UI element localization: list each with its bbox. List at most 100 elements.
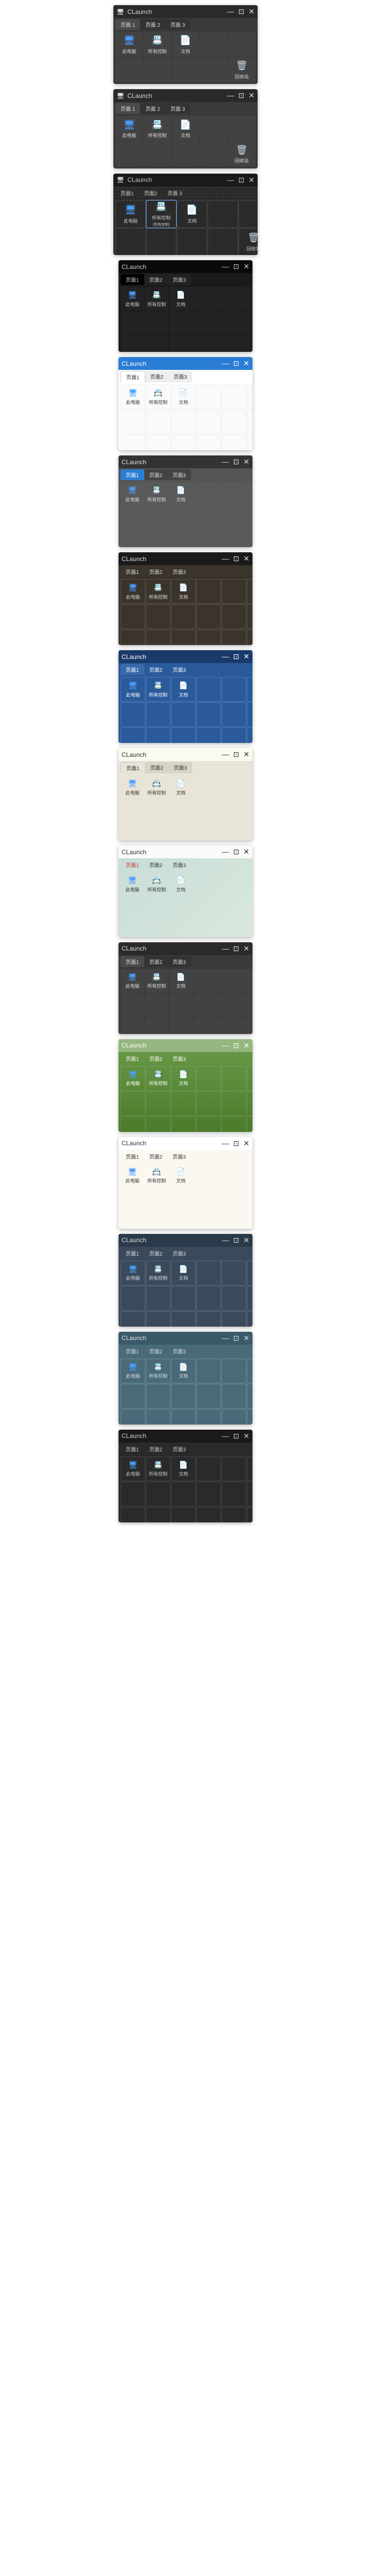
tab-2[interactable]: 页面2 <box>144 566 168 577</box>
grid-cell[interactable]: 📄文档 <box>169 969 193 993</box>
grid-cell[interactable] <box>172 57 199 82</box>
pin-button[interactable]: ⊡ <box>233 750 240 759</box>
close-button[interactable]: ✕ <box>243 1334 249 1343</box>
grid-cell[interactable] <box>196 1091 221 1116</box>
grid-cell[interactable]: 📄文档 <box>172 116 199 141</box>
grid-cell[interactable] <box>171 630 196 645</box>
titlebar[interactable]: CLaunch—⊡✕ <box>119 1234 252 1247</box>
tab-3[interactable]: 页面3 <box>167 956 191 967</box>
tab-1[interactable]: 页面 1 <box>115 103 140 114</box>
grid-cell[interactable] <box>200 116 228 141</box>
grid-cell[interactable] <box>171 1507 196 1522</box>
grid-cell[interactable]: 📇所有控制 <box>145 482 168 506</box>
grid-cell[interactable] <box>196 410 221 434</box>
grid-cell[interactable] <box>169 824 193 840</box>
grid-cell[interactable]: 🖥此电脑 <box>121 482 144 506</box>
grid-cell[interactable] <box>145 824 168 840</box>
close-button[interactable]: ✕ <box>243 262 249 271</box>
grid-cell[interactable] <box>121 1507 145 1522</box>
grid-cell[interactable]: 🗑回收站 <box>239 228 258 255</box>
pin-button[interactable]: ⊡ <box>239 91 245 100</box>
grid-cell[interactable] <box>217 1164 241 1188</box>
grid-cell[interactable] <box>217 482 241 506</box>
grid-cell[interactable] <box>247 604 252 629</box>
grid-cell[interactable] <box>242 311 252 335</box>
grid-cell[interactable] <box>228 32 256 57</box>
pin-button[interactable]: ⊡ <box>233 652 240 661</box>
titlebar[interactable]: CLaunch—⊡✕ <box>119 1137 252 1150</box>
grid-cell[interactable] <box>121 1116 145 1132</box>
grid-cell[interactable] <box>217 775 241 799</box>
grid-cell[interactable]: 🖥此电脑 <box>121 384 145 409</box>
pin-button[interactable]: ⊡ <box>233 262 240 271</box>
tab-1[interactable]: 页面1 <box>121 664 144 675</box>
tab-2[interactable]: 页面2 <box>144 1444 168 1454</box>
grid-cell[interactable] <box>196 1286 221 1311</box>
grid-cell[interactable] <box>242 531 252 547</box>
grid-cell[interactable] <box>222 1066 246 1091</box>
titlebar[interactable]: CLaunch—⊡✕ <box>119 845 252 858</box>
tab-3[interactable]: 页面 3 <box>162 188 187 198</box>
close-button[interactable]: ✕ <box>243 359 249 368</box>
grid-cell[interactable] <box>121 921 144 937</box>
grid-cell[interactable] <box>222 435 246 450</box>
tab-2[interactable]: 页面2 <box>144 469 168 480</box>
grid-cell[interactable] <box>193 824 217 840</box>
tab-1[interactable]: 页面1 <box>121 956 144 967</box>
close-button[interactable]: ✕ <box>243 1432 249 1440</box>
grid-cell[interactable]: 🖥此电脑 <box>121 287 144 311</box>
grid-cell[interactable]: 🖥此电脑 <box>115 116 143 141</box>
grid-cell[interactable] <box>217 921 241 937</box>
grid-cell[interactable]: 📄文档 <box>169 1164 193 1188</box>
grid-cell[interactable] <box>172 142 199 166</box>
grid-cell[interactable]: 🗑回收站 <box>228 57 256 82</box>
grid-cell[interactable] <box>171 1091 196 1116</box>
pin-button[interactable]: ⊡ <box>233 554 240 563</box>
grid-cell[interactable]: 📇所有控制(所有控制) <box>146 200 177 228</box>
close-button[interactable]: ✕ <box>243 457 249 466</box>
grid-cell[interactable] <box>169 921 193 937</box>
grid-cell[interactable] <box>247 410 252 434</box>
grid-cell[interactable] <box>247 1507 252 1522</box>
tab-3[interactable]: 页面3 <box>167 1444 191 1454</box>
grid-cell[interactable]: 📄文档 <box>172 32 199 57</box>
pin-button[interactable]: ⊡ <box>239 176 245 184</box>
grid-cell[interactable] <box>222 410 246 434</box>
min-button[interactable]: — <box>222 750 229 759</box>
grid-cell[interactable] <box>222 384 246 409</box>
grid-cell[interactable] <box>242 506 252 530</box>
close-button[interactable]: ✕ <box>243 944 249 953</box>
grid-cell[interactable] <box>193 969 217 993</box>
grid-cell[interactable] <box>222 579 246 604</box>
titlebar[interactable]: CLaunch—⊡✕ <box>119 260 252 273</box>
grid-cell[interactable] <box>242 921 252 937</box>
grid-cell[interactable]: 📄文档 <box>169 287 193 311</box>
grid-cell[interactable] <box>121 800 144 823</box>
grid-cell[interactable] <box>242 896 252 920</box>
grid-cell[interactable]: 📄文档 <box>169 872 193 896</box>
grid-cell[interactable] <box>222 1359 246 1383</box>
grid-cell[interactable] <box>121 335 144 352</box>
grid-cell[interactable] <box>193 335 217 352</box>
grid-cell[interactable] <box>145 800 168 823</box>
pin-button[interactable]: ⊡ <box>233 944 240 953</box>
grid-cell[interactable] <box>169 993 193 1017</box>
grid-cell[interactable] <box>217 969 241 993</box>
grid-cell[interactable] <box>169 800 193 823</box>
titlebar[interactable]: CLaunch—⊡✕ <box>119 650 252 663</box>
tab-1[interactable]: 页面1 <box>121 1346 144 1357</box>
grid-cell[interactable] <box>217 824 241 840</box>
tab-2[interactable]: 页面2 <box>144 664 168 675</box>
tab-1[interactable]: 页面1 <box>121 371 145 382</box>
grid-cell[interactable] <box>196 702 221 727</box>
close-button[interactable]: ✕ <box>243 848 249 856</box>
grid-cell[interactable] <box>217 896 241 920</box>
grid-cell[interactable]: 🖥此电脑 <box>121 1456 145 1481</box>
grid-cell[interactable]: 📄文档 <box>171 579 196 604</box>
tab-1[interactable]: 页面1 <box>121 1444 144 1454</box>
grid-cell[interactable] <box>222 1261 246 1285</box>
grid-cell[interactable] <box>171 410 196 434</box>
titlebar[interactable]: CLaunch—⊡✕ <box>119 455 252 468</box>
grid-cell[interactable] <box>146 228 177 255</box>
grid-cell[interactable] <box>169 531 193 547</box>
